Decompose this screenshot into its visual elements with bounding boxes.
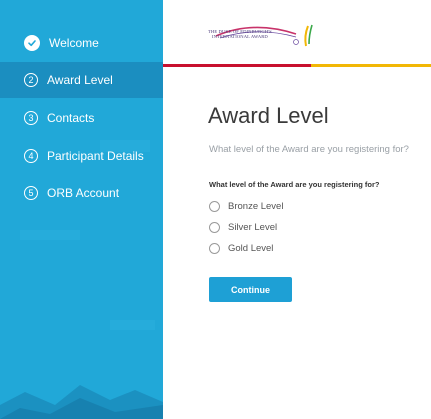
sidebar: Welcome 2 Award Level 3 Contacts 4 Parti…	[0, 0, 163, 419]
sidebar-item-welcome[interactable]: Welcome	[0, 25, 163, 61]
sidebar-item-participant-details[interactable]: 4 Participant Details	[0, 138, 163, 174]
sidebar-item-orb-account[interactable]: 5 ORB Account	[0, 175, 163, 211]
award-logo: THE DUKE OF EDINBURGH'S INTERNATIONAL AW…	[208, 22, 320, 50]
radio-button[interactable]	[209, 222, 220, 233]
continue-button[interactable]: Continue	[209, 277, 292, 302]
radio-option-gold[interactable]: Gold Level	[209, 243, 273, 254]
radio-option-label: Gold Level	[228, 243, 274, 254]
step-number-icon: 5	[24, 186, 38, 200]
sidebar-item-label: Welcome	[49, 36, 99, 50]
sidebar-item-label: Award Level	[47, 73, 113, 87]
sidebar-item-contacts[interactable]: 3 Contacts	[0, 100, 163, 136]
sidebar-item-label: Participant Details	[47, 149, 144, 163]
radio-option-label: Bronze Level	[228, 201, 284, 212]
radio-button[interactable]	[209, 201, 220, 212]
sidebar-item-award-level[interactable]: 2 Award Level	[0, 62, 163, 98]
sidebar-item-label: Contacts	[47, 111, 95, 125]
brand-stripe	[163, 64, 431, 67]
step-number-icon: 2	[24, 73, 38, 87]
radio-button[interactable]	[209, 243, 220, 254]
radio-option-silver[interactable]: Silver Level	[209, 222, 277, 233]
page-subtitle: What level of the Award are you register…	[209, 144, 409, 155]
header: THE DUKE OF EDINBURGH'S INTERNATIONAL AW…	[163, 0, 431, 67]
step-number-icon: 3	[24, 111, 38, 125]
question-label: What level of the Award are you register…	[209, 180, 380, 189]
logo-text: THE DUKE OF EDINBURGH'S INTERNATIONAL AW…	[208, 29, 272, 40]
page-title: Award Level	[208, 103, 329, 128]
step-number-icon: 4	[24, 149, 38, 163]
radio-option-label: Silver Level	[228, 222, 278, 233]
radio-option-bronze[interactable]: Bronze Level	[209, 201, 283, 212]
sidebar-item-label: ORB Account	[47, 186, 120, 200]
check-circle-icon	[24, 35, 40, 51]
